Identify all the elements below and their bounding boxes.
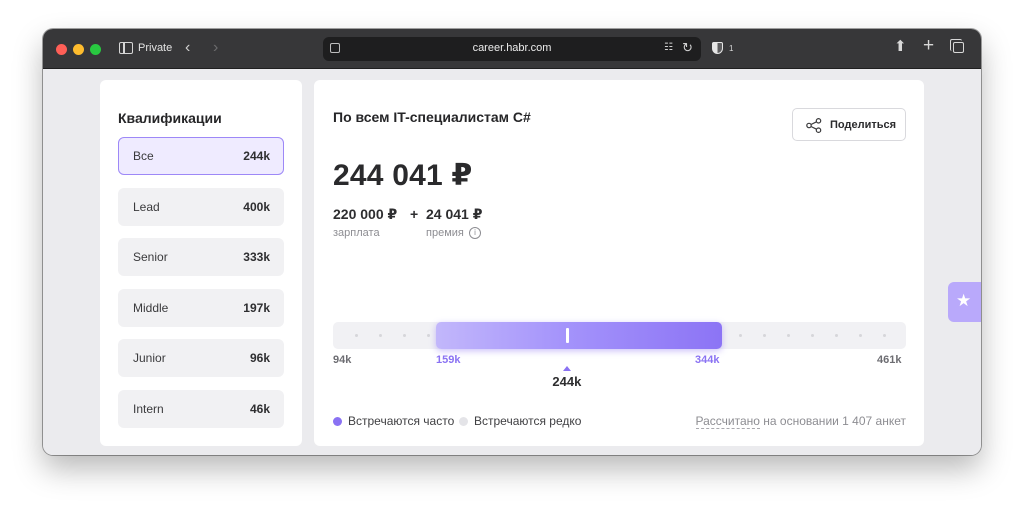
qualification-label: Senior	[133, 250, 168, 264]
calculation-link[interactable]: Рассчитано	[695, 414, 760, 429]
browser-toolbar: Private ‹ › career.habr.com ☷ ↻ 1 ⬆ +	[43, 29, 981, 69]
private-mode-label: Private	[138, 42, 173, 54]
rare-legend-dot	[459, 417, 468, 426]
bonus-amount: 24 041 ₽	[426, 206, 483, 222]
plus-sign: +	[410, 206, 419, 222]
minimize-window-button[interactable]	[73, 44, 84, 55]
qualification-label: Middle	[133, 301, 169, 315]
frequent-legend-dot	[333, 417, 342, 426]
tabs-overview-icon[interactable]	[950, 39, 964, 53]
qualification-item-middle[interactable]: Middle 197k	[118, 289, 284, 327]
qualification-label: Junior	[133, 351, 166, 365]
calculation-note: Рассчитано на основании 1 407 анкет	[695, 414, 906, 429]
qualification-value: 400k	[243, 200, 270, 214]
qualification-label: Lead	[133, 200, 160, 214]
share-icon[interactable]: ⬆	[894, 37, 907, 55]
reload-icon[interactable]: ↻	[682, 40, 693, 56]
qualification-item-all[interactable]: Все 244k	[118, 137, 284, 175]
qualification-item-lead[interactable]: Lead 400k	[118, 188, 284, 226]
frequent-range-fill	[436, 322, 722, 349]
qualification-value: 244k	[243, 149, 270, 163]
bar-dot	[427, 334, 430, 337]
bar-dot	[811, 334, 814, 337]
qualifications-panel: Квалификации Все 244k Lead 400k Senior 3…	[100, 80, 302, 446]
translate-icon[interactable]: ☷	[664, 42, 673, 53]
url-text[interactable]: career.habr.com	[323, 42, 701, 54]
new-tab-icon[interactable]: +	[923, 35, 934, 57]
qualification-value: 96k	[249, 351, 270, 365]
qualification-item-intern[interactable]: Intern 46k	[118, 390, 284, 428]
bar-dot	[835, 334, 838, 337]
salary-panel: По всем IT-специалистам C# Поделиться 24…	[314, 80, 924, 446]
zoom-window-button[interactable]	[90, 44, 101, 55]
star-icon: ★	[956, 291, 972, 310]
qualification-item-senior[interactable]: Senior 333k	[118, 238, 284, 276]
bar-dot	[883, 334, 886, 337]
qualifications-title: Квалификации	[118, 110, 222, 126]
bar-dot	[355, 334, 358, 337]
bar-dot	[859, 334, 862, 337]
forward-arrow-icon[interactable]: ›	[213, 38, 218, 58]
salary-range-bar	[333, 322, 906, 349]
bar-dot	[787, 334, 790, 337]
range-max-label: 461k	[877, 354, 902, 366]
info-icon[interactable]: i	[469, 227, 481, 239]
bar-dot	[379, 334, 382, 337]
range-min-label: 94k	[333, 354, 352, 366]
close-window-button[interactable]	[56, 44, 67, 55]
calculation-rest: на основании 1 407 анкет	[759, 414, 906, 428]
qualification-value: 333k	[243, 250, 270, 264]
sidebar-icon[interactable]	[119, 42, 133, 54]
address-bar[interactable]: career.habr.com ☷ ↻	[323, 37, 701, 61]
share-nodes-icon	[806, 118, 822, 133]
qualification-label: Все	[133, 149, 154, 163]
bonus-caption: премия	[426, 227, 464, 239]
page-content: Квалификации Все 244k Lead 400k Senior 3…	[43, 70, 981, 455]
base-salary: 220 000 ₽	[333, 206, 398, 222]
range-low-label: 159k	[436, 354, 461, 366]
bar-dot	[739, 334, 742, 337]
range-high-label: 344k	[695, 354, 720, 366]
median-label: 244k	[552, 374, 582, 389]
bar-dot	[403, 334, 406, 337]
tracker-count: 1	[729, 44, 734, 53]
qualification-label: Intern	[133, 402, 164, 416]
browser-window: Private ‹ › career.habr.com ☷ ↻ 1 ⬆ + Кв…	[43, 29, 981, 455]
shield-icon[interactable]	[712, 42, 723, 54]
salary-caption: зарплата	[333, 227, 380, 239]
qualification-item-junior[interactable]: Junior 96k	[118, 339, 284, 377]
share-button[interactable]: Поделиться	[792, 108, 906, 141]
median-caret-icon	[563, 366, 572, 371]
back-arrow-icon[interactable]: ‹	[185, 38, 190, 58]
share-button-label: Поделиться	[830, 119, 897, 131]
median-marker	[565, 328, 569, 343]
favorite-button[interactable]: ★	[948, 282, 981, 322]
bar-dot	[763, 334, 766, 337]
rare-legend-label: Встречаются редко	[474, 414, 582, 428]
frequent-legend-label: Встречаются часто	[348, 414, 455, 428]
total-salary: 244 041 ₽	[333, 159, 473, 192]
qualification-value: 197k	[243, 301, 270, 315]
page-title: По всем IT-специалистам C#	[333, 109, 531, 125]
qualification-value: 46k	[249, 402, 270, 416]
